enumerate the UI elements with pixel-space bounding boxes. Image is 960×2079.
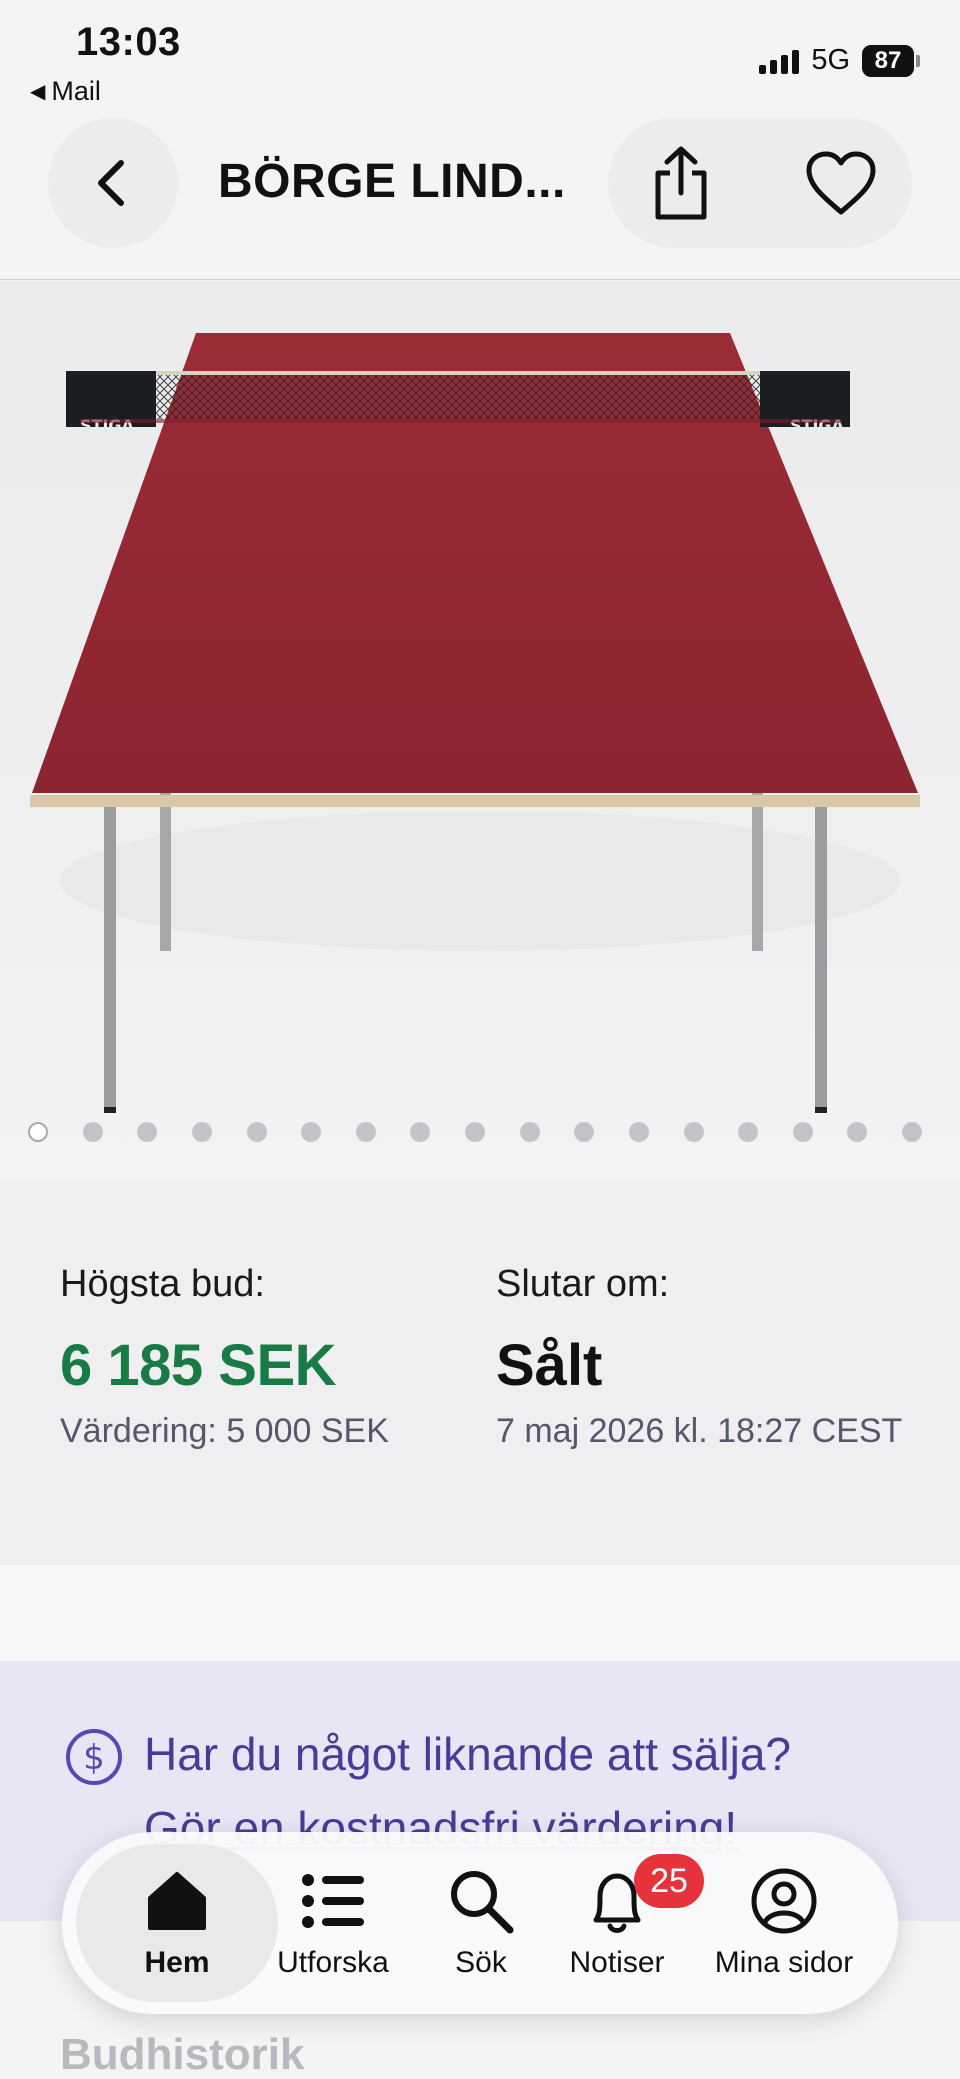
net-brand-right: STIGA <box>790 416 845 435</box>
back-button[interactable] <box>48 118 178 248</box>
carousel-dot[interactable] <box>574 1122 595 1142</box>
carousel-dot[interactable] <box>792 1122 813 1142</box>
header-actions <box>608 118 912 248</box>
bid-info-section: Högsta bud: 6 185 SEK Värdering: 5 000 S… <box>0 1181 960 1565</box>
end-date: 7 maj 2026 kl. 18:27 CEST <box>496 1412 903 1450</box>
sale-status: Sålt <box>496 1333 603 1398</box>
user-circle-icon <box>751 1868 817 1934</box>
carousel-dot[interactable] <box>355 1122 376 1142</box>
favorite-button[interactable] <box>798 140 884 226</box>
carousel-dot[interactable] <box>683 1122 704 1142</box>
carousel-dot[interactable] <box>82 1122 103 1142</box>
share-icon <box>655 146 707 220</box>
tab-search-label: Sök <box>455 1946 507 1979</box>
battery-level: 87 <box>862 44 914 77</box>
carousel-dot[interactable] <box>902 1122 922 1142</box>
carousel-dot[interactable] <box>28 1122 48 1142</box>
ends-column: Slutar om: Sålt 7 maj 2026 kl. 18:27 CES… <box>496 1263 916 1454</box>
battery-icon: 87 <box>862 44 920 77</box>
carousel-dot[interactable] <box>738 1122 759 1142</box>
image-carousel-dots[interactable] <box>0 1122 960 1144</box>
list-icon <box>302 1874 364 1928</box>
carousel-dot[interactable] <box>628 1122 649 1142</box>
carousel-dot[interactable] <box>191 1122 212 1142</box>
tab-home[interactable]: Hem <box>76 1832 278 2014</box>
tab-home-label: Hem <box>144 1946 210 1979</box>
tab-explore-label: Utforska <box>277 1946 389 1979</box>
home-icon <box>148 1872 206 1930</box>
carousel-dot[interactable] <box>519 1122 540 1142</box>
signal-icon <box>759 48 800 74</box>
carousel-dot[interactable] <box>847 1122 868 1142</box>
carousel-dot[interactable] <box>301 1122 322 1142</box>
tab-my-pages-label: Mina sidor <box>714 1946 854 1979</box>
status-time: 13:03 <box>76 20 181 64</box>
status-indicators: 5G 87 <box>759 44 920 77</box>
carousel-dot[interactable] <box>465 1122 485 1142</box>
tab-search[interactable]: Sök <box>416 1832 546 2014</box>
tab-my-pages[interactable]: Mina sidor <box>684 1832 884 2014</box>
back-triangle-icon: ◀ <box>30 81 46 103</box>
listing-image[interactable]: STIGA STIGA <box>0 281 960 1181</box>
ends-label: Slutar om: <box>496 1263 670 1305</box>
carousel-dot[interactable] <box>410 1122 431 1142</box>
carousel-dot[interactable] <box>246 1122 267 1142</box>
dollar-circle-icon: $ <box>66 1729 122 1785</box>
valuation-text: Värdering: 5 000 SEK <box>60 1412 389 1450</box>
network-type: 5G <box>811 44 850 76</box>
bid-history-title: Budhistorik <box>60 2030 305 2079</box>
carousel-dot[interactable] <box>137 1122 158 1142</box>
status-bar: 13:03 ◀ Mail 5G 87 <box>0 0 960 110</box>
heart-outline-icon <box>806 151 876 215</box>
listing-page: 13:03 ◀ Mail 5G 87 BÖRGE LIND... STIGA S… <box>0 0 960 2079</box>
highest-bid-value: 6 185 SEK <box>60 1333 337 1398</box>
back-app-label: Mail <box>51 76 101 106</box>
share-button[interactable] <box>638 140 724 226</box>
page-title: BÖRGE LIND... <box>218 155 566 208</box>
highest-bid-label: Högsta bud: <box>60 1263 265 1305</box>
svg-text:$: $ <box>83 1738 105 1778</box>
bottom-tab-bar: Hem Utforska Sök Notiser 25 Mina sidor <box>62 1832 898 2014</box>
promo-question: Har du något liknande att sälja? <box>144 1728 791 1780</box>
chevron-left-icon <box>98 160 124 206</box>
section-divider <box>0 1565 960 1661</box>
ping-pong-table-illustration: STIGA STIGA <box>30 333 920 1113</box>
highest-bid-column: Högsta bud: 6 185 SEK Värdering: 5 000 S… <box>60 1263 480 1454</box>
net-brand-left: STIGA <box>80 416 135 435</box>
search-icon <box>451 1871 514 1934</box>
back-to-app-link[interactable]: ◀ Mail <box>30 76 101 107</box>
tab-notifications-label: Notiser <box>569 1946 665 1979</box>
tab-explore[interactable]: Utforska <box>258 1832 408 2014</box>
page-header: BÖRGE LIND... <box>0 110 960 280</box>
